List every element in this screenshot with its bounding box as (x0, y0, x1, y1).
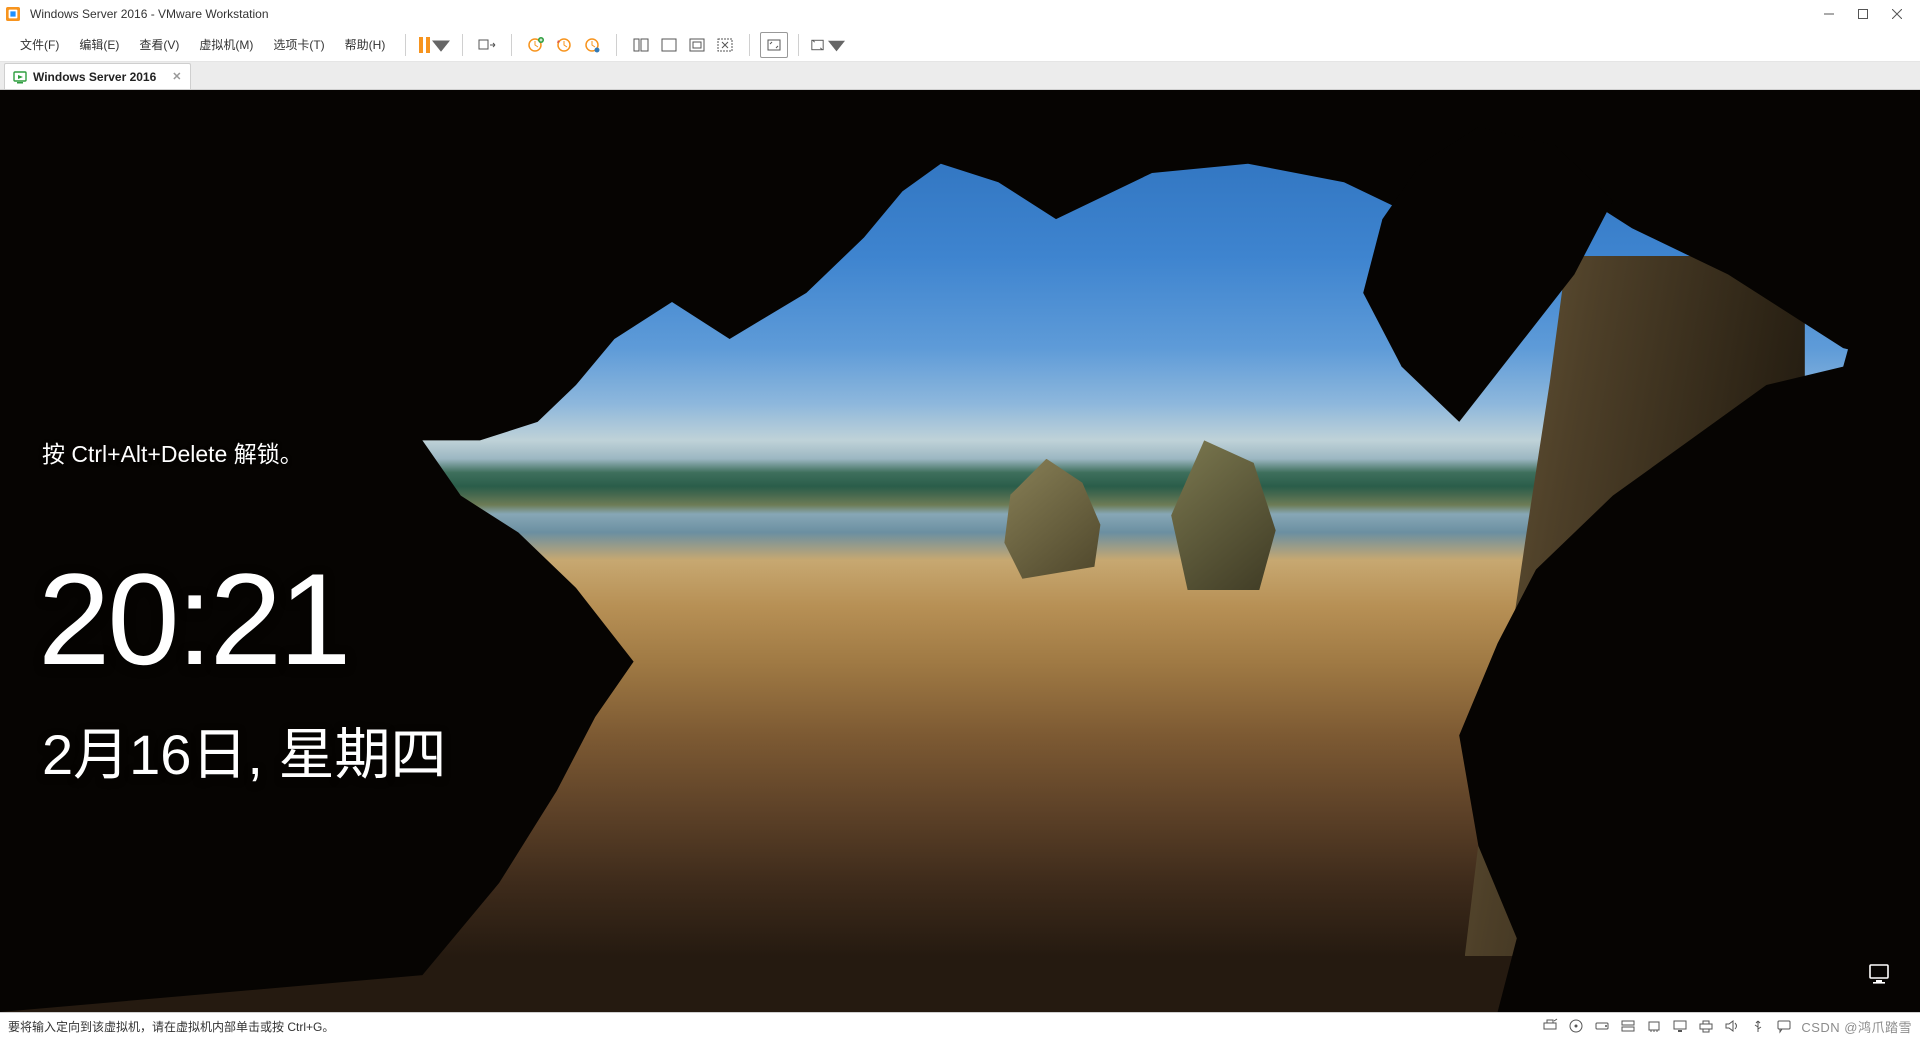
status-cd-icon[interactable] (1565, 1017, 1587, 1035)
separator (462, 34, 463, 56)
toolbar-snapshot-take-button[interactable] (522, 32, 550, 58)
fullscreen-icon (765, 36, 783, 54)
menu-edit[interactable]: 编辑(E) (69, 32, 129, 57)
pause-icon (419, 37, 430, 53)
statusbar: 要将输入定向到该虚拟机，请在虚拟机内部单击或按 Ctrl+G。 CSDN @鸿爪… (0, 1012, 1920, 1039)
network-status-icon[interactable] (1868, 963, 1894, 990)
toolbar-snapshot-manager-button[interactable] (578, 32, 606, 58)
clock-manage-icon (583, 36, 601, 54)
separator (405, 34, 406, 56)
menu-file[interactable]: 文件(F) (10, 32, 69, 57)
console-icon (716, 36, 734, 54)
dropdown-caret-icon (828, 36, 845, 54)
clock-back-icon (555, 36, 573, 54)
stretch-icon (809, 36, 826, 54)
clock-add-icon (527, 36, 545, 54)
titlebar: Windows Server 2016 - VMware Workstation (0, 0, 1920, 28)
window-title: Windows Server 2016 - VMware Workstation (30, 7, 269, 21)
menu-help[interactable]: 帮助(H) (335, 32, 396, 57)
status-display-icon[interactable] (1669, 1017, 1691, 1035)
separator (616, 34, 617, 56)
tab-close-button[interactable]: ✕ (172, 70, 181, 83)
vmware-app-icon (6, 7, 20, 21)
tab-label: Windows Server 2016 (33, 70, 156, 84)
menu-vm[interactable]: 虚拟机(M) (189, 32, 263, 57)
vm-tab-icon (13, 70, 27, 84)
status-hdd-icon[interactable] (1591, 1017, 1613, 1035)
separator (511, 34, 512, 56)
window-close-button[interactable] (1880, 3, 1914, 25)
toolbar-fullscreen-button[interactable] (760, 32, 788, 58)
send-keys-icon (478, 36, 496, 54)
unlock-instruction: 按 Ctrl+Alt+Delete 解锁。 (42, 435, 303, 469)
toolbar-view-multi-button[interactable] (655, 32, 683, 58)
separator (749, 34, 750, 56)
toolbar-view-console-button[interactable] (711, 32, 739, 58)
toolbar-view-single-button[interactable] (627, 32, 655, 58)
lockscreen-date: 2月16日, 星期四 (42, 710, 447, 791)
dropdown-caret-icon (432, 36, 450, 54)
status-printer-icon[interactable] (1695, 1017, 1717, 1035)
toolbar-stretch-button[interactable] (809, 32, 845, 58)
toolbar-snapshot-revert-button[interactable] (550, 32, 578, 58)
single-pane2-icon (660, 36, 678, 54)
lockscreen-time: 20:21 (38, 544, 348, 694)
guest-lock-screen[interactable]: 按 Ctrl+Alt+Delete 解锁。 20:21 2月16日, 星期四 (0, 90, 1920, 1012)
toolbar-pause-button[interactable] (416, 32, 452, 58)
status-audio-icon[interactable] (1721, 1017, 1743, 1035)
tab-windows-server-2016[interactable]: Windows Server 2016 ✕ (4, 63, 191, 89)
menu-toolbar-row: 文件(F) 编辑(E) 查看(V) 虚拟机(M) 选项卡(T) 帮助(H) (0, 28, 1920, 62)
statusbar-message: 要将输入定向到该虚拟机，请在虚拟机内部单击或按 Ctrl+G。 (8, 1018, 334, 1035)
toolbar-send-cad-button[interactable] (473, 32, 501, 58)
menu-view[interactable]: 查看(V) (129, 32, 189, 57)
status-message-icon[interactable] (1773, 1017, 1795, 1035)
window-maximize-button[interactable] (1846, 3, 1880, 25)
status-printer-out-icon[interactable] (1539, 1017, 1561, 1035)
single-pane-icon (632, 36, 650, 54)
watermark-text: CSDN @鸿爪踏雪 (1801, 1017, 1912, 1036)
window-minimize-button[interactable] (1812, 3, 1846, 25)
tab-strip: Windows Server 2016 ✕ (0, 62, 1920, 90)
status-nic-icon[interactable] (1643, 1017, 1665, 1035)
unity-icon (688, 36, 706, 54)
status-hdd2-icon[interactable] (1617, 1017, 1639, 1035)
status-usb-icon[interactable] (1747, 1017, 1769, 1035)
toolbar-view-unity-button[interactable] (683, 32, 711, 58)
separator (798, 34, 799, 56)
menu-tabs[interactable]: 选项卡(T) (263, 32, 334, 57)
